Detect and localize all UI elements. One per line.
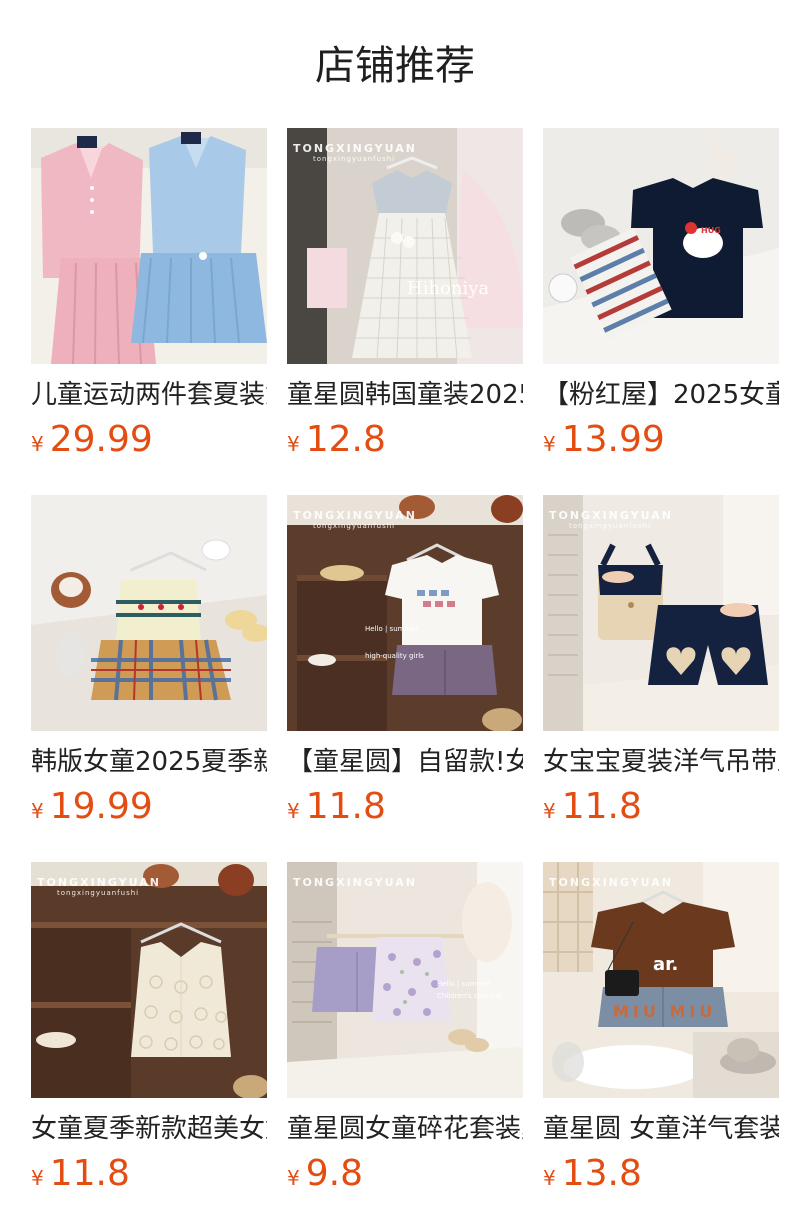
price-value: 11.8 [305, 786, 386, 827]
product-price: ¥11.8 [287, 785, 523, 829]
price-value: 12.8 [305, 419, 386, 460]
currency-symbol: ¥ [287, 432, 300, 456]
image-sticker-secondary: MIU MIU [613, 1002, 717, 1021]
currency-symbol: ¥ [287, 1166, 300, 1190]
image-sticker: HUG [701, 226, 721, 235]
product-name[interactable]: 儿童运动两件套夏装女童 [31, 378, 267, 412]
product-image[interactable]: TONGXINGYUAN ar. MIU MIU [543, 862, 779, 1098]
image-watermark: TONGXINGYUAN tongxingyuanfushi [549, 509, 673, 530]
product-image[interactable]: TONGXINGYUAN Hello | summer Children's c… [287, 862, 523, 1098]
currency-symbol: ¥ [31, 432, 44, 456]
image-caption: Hello | summer [365, 625, 419, 633]
pink-blue-polo-skirt-set-photo [31, 128, 267, 364]
product-card[interactable]: TONGXINGYUAN tongxingyuanfushi 女童夏季新款超美女童… [31, 862, 267, 1229]
product-price: ¥11.8 [543, 785, 779, 829]
currency-symbol: ¥ [31, 799, 44, 823]
product-price: ¥11.8 [31, 1152, 267, 1196]
product-image[interactable]: TONGXINGYUAN tongxingyuanfushi Hihoniya [287, 128, 523, 364]
product-price: ¥29.99 [31, 418, 267, 462]
knit-vest-plaid-skirt-photo [31, 495, 267, 731]
hello-kitty-tee-striped-shorts-photo [543, 128, 779, 364]
product-name[interactable]: 童星圆女童碎花套装夏 [287, 1112, 523, 1146]
currency-symbol: ¥ [543, 1166, 556, 1190]
product-name[interactable]: 童星圆 女童洋气套装 [543, 1112, 779, 1146]
product-image[interactable]: TONGXINGYUAN tongxingyuanfushi Hello | su… [287, 495, 523, 731]
product-card[interactable]: 韩版女童2025夏季新款 ¥19.99 [31, 495, 267, 862]
price-value: 13.99 [561, 419, 665, 460]
product-card[interactable]: TONGXINGYUAN Hello | summer Children's c… [287, 862, 523, 1229]
image-caption: Hello | summer [437, 980, 491, 988]
image-sticker: ar. [653, 954, 679, 975]
image-caption: Hihoniya [407, 278, 490, 299]
currency-symbol: ¥ [31, 1166, 44, 1190]
product-card[interactable]: 儿童运动两件套夏装女童 ¥29.99 [31, 128, 267, 495]
image-watermark: TONGXINGYUAN tongxingyuanfushi [293, 509, 417, 530]
currency-symbol: ¥ [543, 799, 556, 823]
product-card[interactable]: HUG 【粉红屋】2025女童 ¥13.99 [543, 128, 779, 495]
product-name[interactable]: 童星圆韩国童装2025 [287, 378, 523, 412]
product-name[interactable]: 女宝宝夏装洋气吊带上衣 [543, 745, 779, 779]
product-card[interactable]: TONGXINGYUANtongxingyuanfushi 女宝宝夏装洋气吊带上… [543, 495, 779, 862]
product-image[interactable] [31, 128, 267, 364]
price-value: 29.99 [49, 419, 153, 460]
product-name[interactable]: 【粉红屋】2025女童 [543, 378, 779, 412]
lace-crochet-vest-photo [31, 862, 267, 1098]
product-price: ¥13.8 [543, 1152, 779, 1196]
product-price: ¥13.99 [543, 418, 779, 462]
currency-symbol: ¥ [543, 432, 556, 456]
image-watermark: TONGXINGYUAN [293, 876, 417, 889]
brown-tee-denim-shorts-photo [543, 862, 779, 1098]
white-tee-purple-shorts-photo [287, 495, 523, 731]
image-watermark: TONGXINGYUAN [549, 876, 673, 889]
image-caption-secondary: Children's clothing [437, 992, 503, 1000]
product-name[interactable]: 【童星圆】自留款!女 [287, 745, 523, 779]
image-watermark: TONGXINGYUAN tongxingyuanfushi [37, 876, 161, 897]
white-knit-dress-photo [287, 128, 523, 364]
product-name[interactable]: 女童夏季新款超美女童 [31, 1112, 267, 1146]
product-grid: 儿童运动两件套夏装女童 ¥29.99 [31, 128, 780, 1229]
store-recommendations-page: 店铺推荐 儿童运动两件套夏装 ¥ 29.99 TONGXINGYUAN tong… [0, 0, 790, 1230]
navy-halter-heart-shorts-photo [543, 495, 779, 731]
currency-symbol: ¥ [287, 799, 300, 823]
product-price: ¥12.8 [287, 418, 523, 462]
product-card[interactable]: TONGXINGYUAN ar. MIU MIU 童星圆 女童洋气套装 ¥13.… [543, 862, 779, 1229]
image-caption-secondary: high-quality girls [365, 652, 424, 660]
product-price: ¥9.8 [287, 1152, 523, 1196]
product-price: ¥19.99 [31, 785, 267, 829]
price-value: 13.8 [561, 1153, 642, 1194]
image-watermark: TONGXINGYUAN tongxingyuanfushi [293, 142, 417, 163]
product-image[interactable]: TONGXINGYUAN tongxingyuanfushi [31, 862, 267, 1098]
product-card[interactable]: TONGXINGYUAN tongxingyuanfushi Hihoniya 童… [287, 128, 523, 495]
product-image[interactable]: TONGXINGYUAN tongxingyuanfushi [543, 495, 779, 731]
price-value: 9.8 [305, 1153, 363, 1194]
price-value: 19.99 [49, 786, 153, 827]
price-value: 11.8 [49, 1153, 130, 1194]
product-image[interactable] [31, 495, 267, 731]
section-title: 店铺推荐 [315, 43, 475, 89]
product-image[interactable]: HUG [543, 128, 779, 364]
product-name[interactable]: 韩版女童2025夏季新款 [31, 745, 267, 779]
price-value: 11.8 [561, 786, 642, 827]
product-card[interactable]: TONGXINGYUAN tongxingyuanfushi Hello | su… [287, 495, 523, 862]
